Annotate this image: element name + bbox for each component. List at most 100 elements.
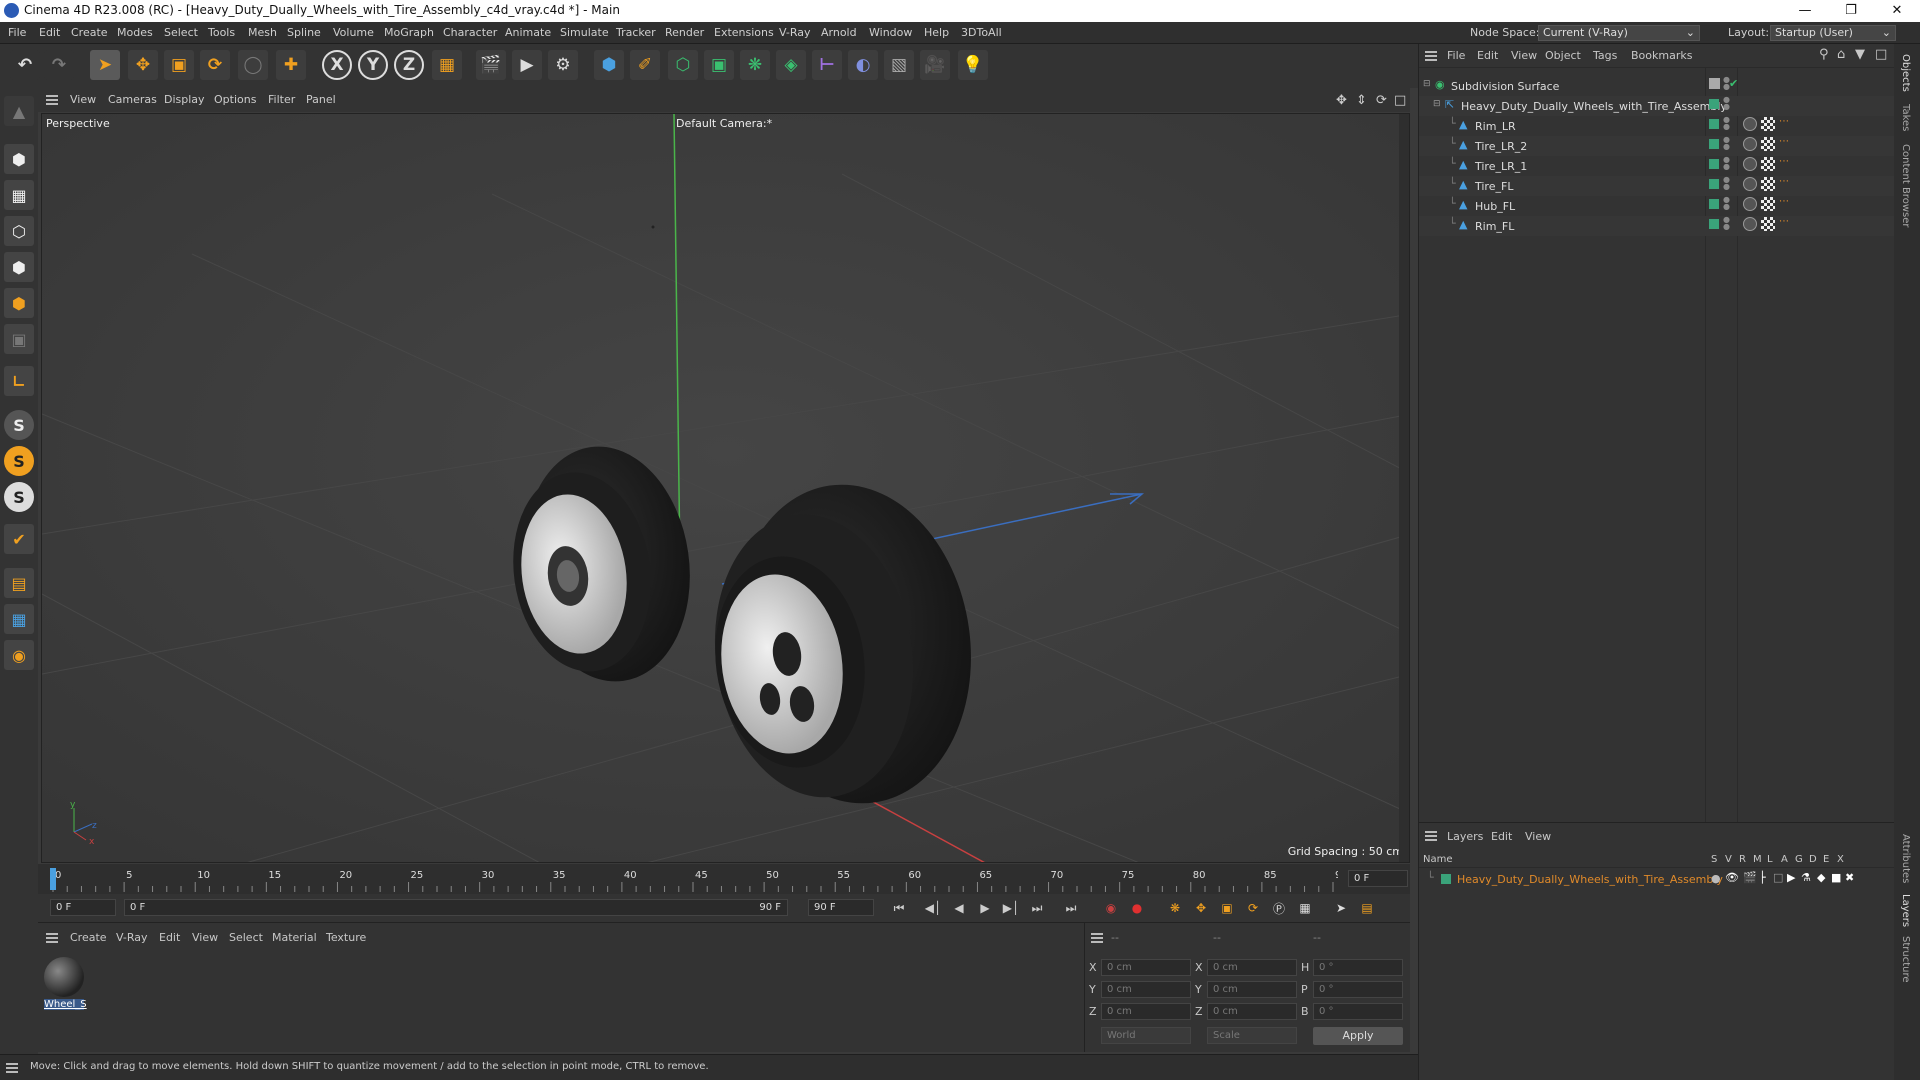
pos-x-field[interactable]: 0 cm <box>1101 959 1191 976</box>
enabled-check-icon[interactable]: ✔ <box>1729 77 1738 90</box>
layer-color-icon[interactable] <box>1709 219 1719 229</box>
x-axis-icon[interactable]: X <box>322 50 352 80</box>
next-frame-icon[interactable]: ▶│ <box>1000 898 1022 918</box>
menu-window[interactable]: Window <box>869 26 912 39</box>
size-z-field[interactable]: 0 cm <box>1207 1003 1297 1020</box>
range-slider[interactable]: 0 F 90 F <box>124 899 788 916</box>
render-region-icon[interactable]: 🎬 <box>476 50 506 80</box>
layer-color-icon[interactable] <box>1709 159 1719 169</box>
go-to-start-icon[interactable]: ⏮ <box>888 898 910 918</box>
move-icon[interactable]: ✥ <box>128 50 158 80</box>
start-frame-field[interactable]: 0 F <box>50 899 116 916</box>
material-tag-icon[interactable] <box>1761 217 1775 231</box>
playhead[interactable] <box>50 868 56 890</box>
pan-icon[interactable]: ✥ <box>1336 93 1347 108</box>
obj-menu-edit[interactable]: Edit <box>1477 49 1498 62</box>
snap-s2-icon[interactable]: S <box>4 446 34 476</box>
material-tag-icon[interactable] <box>1761 137 1775 151</box>
layer-row[interactable]: └ Heavy_Duty_Dually_Wheels_with_Tire_Ass… <box>1419 870 1895 888</box>
viewport-menu-panel[interactable]: Panel <box>306 93 336 106</box>
dolly-icon[interactable]: ⇕ <box>1356 93 1367 108</box>
search-icon[interactable]: ⚲ <box>1819 47 1829 62</box>
visibility-dots-icon[interactable]: ● ● <box>1723 136 1730 151</box>
menu-character[interactable]: Character <box>443 26 497 39</box>
live-select-icon[interactable]: ◯ <box>238 50 268 80</box>
menu-edit[interactable]: Edit <box>39 26 60 39</box>
vray-tag-icon[interactable] <box>1743 117 1757 131</box>
node-space-dropdown[interactable]: Current (V-Ray) ⌄ <box>1538 25 1700 41</box>
point-mode-icon[interactable]: ⬡ <box>4 216 34 246</box>
record-off-icon[interactable]: ◉ <box>1100 898 1122 918</box>
menu-simulate[interactable]: Simulate <box>560 26 609 39</box>
previous-frame-icon[interactable]: ◀ <box>948 898 970 918</box>
texture-tag-icon[interactable]: ⋯ <box>1779 136 1789 147</box>
layer-generator-icon[interactable]: ⚗ <box>1801 871 1811 884</box>
texture-tag-icon[interactable]: ⋯ <box>1779 176 1789 187</box>
cloner-icon[interactable]: ❋ <box>740 50 770 80</box>
material-menu-view[interactable]: View <box>192 931 218 944</box>
material-tag-icon[interactable] <box>1761 197 1775 211</box>
obj-menu-tags[interactable]: Tags <box>1593 49 1617 62</box>
menu-vray[interactable]: V-Ray <box>779 26 811 39</box>
world-dropdown[interactable]: World <box>1101 1027 1191 1044</box>
go-to-last-key-icon[interactable]: ⏭ <box>1026 898 1048 918</box>
menu-select[interactable]: Select <box>164 26 198 39</box>
viewport-menu-view[interactable]: View <box>70 93 96 106</box>
rotate-icon[interactable]: ⟳ <box>200 50 230 80</box>
material-tag-icon[interactable] <box>1761 117 1775 131</box>
motion-icon[interactable]: ➤ <box>1330 898 1352 918</box>
snap-s3-icon[interactable]: S <box>4 482 34 512</box>
measure-icon[interactable]: ⊢ <box>812 50 842 80</box>
play-icon[interactable]: ▶ <box>974 898 996 918</box>
keyframe-selection-icon[interactable]: ❋ <box>1164 898 1186 918</box>
layer-color-icon[interactable] <box>1709 139 1719 149</box>
subdivision-icon[interactable]: ⬡ <box>668 50 698 80</box>
home-icon[interactable]: ⌂ <box>1837 47 1845 62</box>
object-row[interactable]: └ ▲ Tire_LR_1 ● ● ⋯ <box>1419 156 1895 176</box>
layer-expression-icon[interactable]: ■ <box>1831 871 1841 884</box>
model-mode-icon[interactable]: ⬢ <box>4 144 34 174</box>
material-menu-select[interactable]: Select <box>229 931 263 944</box>
visibility-dots-icon[interactable]: ● ● <box>1723 96 1730 111</box>
material-swatch[interactable]: Wheel_S <box>44 957 87 1015</box>
menu-animate[interactable]: Animate <box>505 26 551 39</box>
snap-s-icon[interactable]: S <box>4 410 34 440</box>
scale-icon[interactable]: ▣ <box>164 50 194 80</box>
go-to-end-icon[interactable]: ⏭ <box>1060 898 1082 918</box>
key-rotation-icon[interactable]: ⟳ <box>1242 898 1264 918</box>
texture-tag-icon[interactable]: ⋯ <box>1779 216 1789 227</box>
menu-tracker[interactable]: Tracker <box>616 26 656 39</box>
axis-mode-icon[interactable]: ∟ <box>4 366 34 396</box>
material-menu-material[interactable]: Material <box>272 931 317 944</box>
edge-mode-icon[interactable]: ⬢ <box>4 252 34 282</box>
light-icon[interactable]: 💡 <box>958 50 988 80</box>
object-row-assembly[interactable]: ⊟ ⇱ Heavy_Duty_Dually_Wheels_with_Tire_A… <box>1419 96 1895 116</box>
workplane-icon[interactable]: ▤ <box>4 568 34 598</box>
viewport-menu-filter[interactable]: Filter <box>268 93 295 106</box>
object-row[interactable]: └ ▲ Tire_LR_2 ● ● ⋯ <box>1419 136 1895 156</box>
size-y-field[interactable]: 0 cm <box>1207 981 1297 998</box>
texture-tag-icon[interactable]: ⋯ <box>1779 156 1789 167</box>
render-view-icon[interactable]: ▶ <box>512 50 542 80</box>
rot-p-field[interactable]: 0 ° <box>1313 981 1403 998</box>
object-row[interactable]: └ ▲ Hub_FL ● ● ⋯ <box>1419 196 1895 216</box>
floor-icon[interactable]: ▧ <box>884 50 914 80</box>
material-tag-icon[interactable] <box>1761 157 1775 171</box>
texture-mode-icon[interactable]: ▦ <box>4 180 34 210</box>
rot-b-field[interactable]: 0 ° <box>1313 1003 1403 1020</box>
make-editable-icon[interactable]: ▲ <box>4 96 34 126</box>
edit-icon[interactable] <box>1709 78 1720 89</box>
vray-tag-icon[interactable] <box>1743 217 1757 231</box>
key-pla-icon[interactable]: ▦ <box>1294 898 1316 918</box>
grid-icon[interactable]: ▦ <box>4 604 34 634</box>
timeline-ruler[interactable]: 051015202530354045505560657075808590 0 F <box>38 864 1410 894</box>
render-settings-icon[interactable]: ⚙ <box>548 50 578 80</box>
redo-icon[interactable]: ↷ <box>44 50 74 80</box>
menu-tools[interactable]: Tools <box>208 26 235 39</box>
menu-render[interactable]: Render <box>665 26 704 39</box>
autokey-icon[interactable]: ● <box>1126 898 1148 918</box>
layout-dropdown[interactable]: Startup (User) ⌄ <box>1770 25 1896 41</box>
apply-button[interactable]: Apply <box>1313 1027 1403 1045</box>
object-row-subdivision[interactable]: ⊟ ◉ Subdivision Surface ● ● ✔ <box>1419 76 1895 96</box>
new-window-icon[interactable]: □ <box>1875 47 1887 62</box>
